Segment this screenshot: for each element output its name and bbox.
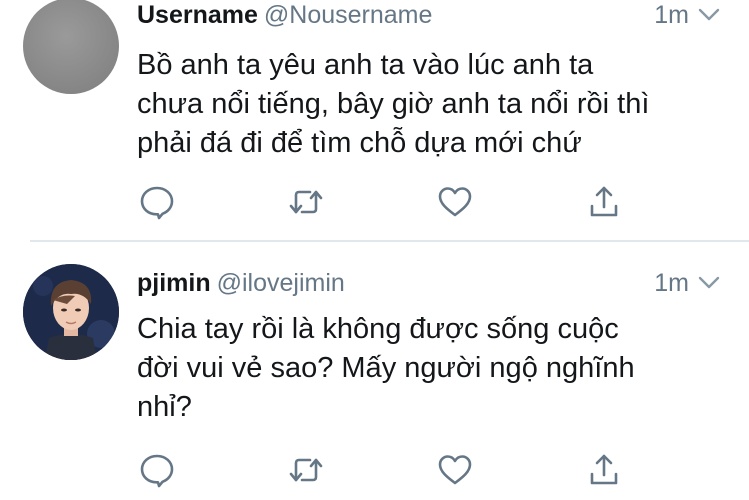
share-icon [590, 186, 618, 217]
tweet-header: pjimin @ilovejimin 1m [137, 268, 721, 298]
like-icon [438, 455, 472, 485]
retweet-icon [289, 458, 323, 482]
retweet-button[interactable] [286, 182, 326, 222]
reply-button[interactable] [137, 182, 177, 222]
user-handle[interactable]: @Nousername [264, 1, 433, 29]
avatar[interactable] [23, 0, 119, 94]
timestamp[interactable]: 1m [654, 0, 689, 30]
reply-icon [140, 454, 174, 488]
share-button[interactable] [584, 182, 624, 222]
tweet-text-line: phải đá đi để tìm chỗ dựa mới chứ [137, 127, 582, 159]
user-handle[interactable]: @ilovejimin [217, 269, 345, 297]
display-name[interactable]: pjimin [137, 269, 211, 297]
chevron-down-icon[interactable] [697, 4, 721, 26]
tweet-text-line: Bồ anh ta yêu anh ta vào lúc anh ta [137, 49, 594, 81]
reply-icon [140, 186, 174, 220]
tweet-text-line: nhỉ? [137, 391, 192, 423]
tweet-actions [0, 450, 749, 490]
timestamp[interactable]: 1m [654, 268, 689, 298]
like-button[interactable] [435, 182, 475, 222]
retweet-button[interactable] [286, 450, 326, 490]
retweet-icon [289, 190, 323, 214]
reply-button[interactable] [137, 450, 177, 490]
chevron-down-icon[interactable] [697, 272, 721, 294]
tweet-text: Bồ anh ta yêu anh ta vào lúc anh ta chưa… [137, 46, 719, 163]
tweet-text-line: chưa nổi tiếng, bây giờ anh ta nổi rồi t… [137, 88, 650, 120]
tweet-actions [0, 182, 749, 222]
tweet[interactable]: Username @Nousername 1m Bồ anh ta yêu anh… [0, 0, 749, 240]
like-button[interactable] [435, 450, 475, 490]
tweet-text: Chia tay rồi là không được sống cuộc đời… [137, 310, 719, 427]
tweet-text-line: Chia tay rồi là không được sống cuộc [137, 313, 619, 345]
tweet-header: Username @Nousername 1m [137, 0, 721, 30]
avatar-photo [23, 264, 119, 360]
like-icon [438, 187, 472, 217]
share-button[interactable] [584, 450, 624, 490]
display-name[interactable]: Username [137, 1, 258, 29]
tweet-text-line: đời vui vẻ sao? Mấy người ngộ nghĩnh [137, 352, 635, 384]
tweet[interactable]: pjimin @ilovejimin 1m Chia tay rồi là khô… [0, 242, 749, 500]
avatar[interactable] [23, 264, 119, 360]
share-icon [590, 454, 618, 485]
